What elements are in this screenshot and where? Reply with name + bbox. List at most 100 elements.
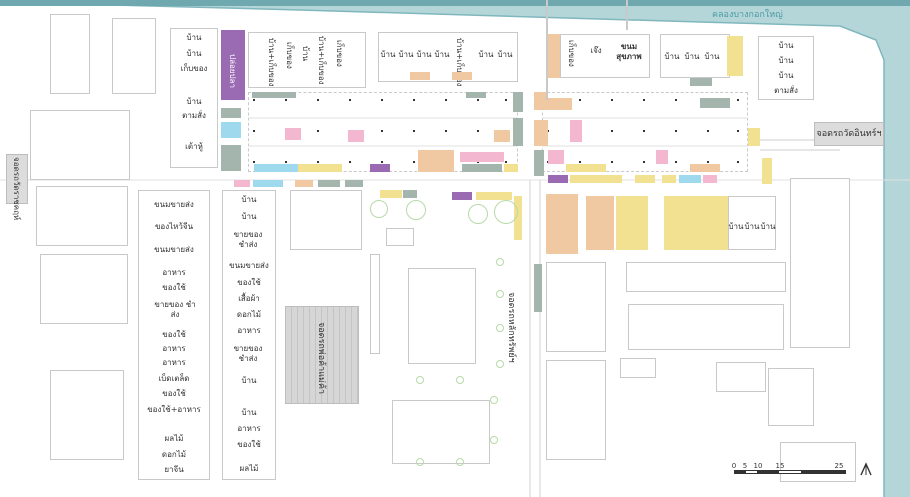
tree-icon <box>456 376 464 384</box>
building <box>626 262 786 292</box>
stall-yellow <box>476 192 512 200</box>
stall-cyan <box>254 164 298 172</box>
shop-label: ผลไม้ <box>239 464 259 473</box>
stall-yellow <box>748 128 760 146</box>
shop-label: เบ็ดเตล็ด <box>158 374 190 383</box>
stall-gray <box>252 92 296 98</box>
stall-gray <box>462 164 502 172</box>
stall-gray <box>318 180 340 187</box>
stall-orange <box>494 130 510 142</box>
stall-pink <box>656 150 668 164</box>
stall-gray <box>466 92 486 98</box>
building <box>40 254 128 324</box>
shop-label: บ้าน <box>241 195 257 204</box>
tree-icon <box>496 360 504 368</box>
stall-cyan <box>253 180 283 187</box>
building <box>628 304 784 350</box>
building <box>386 228 414 246</box>
stall-yellow <box>504 164 518 172</box>
scale-tick: 0 <box>731 462 737 470</box>
tree-icon <box>468 204 488 224</box>
stall-yellow <box>616 196 648 250</box>
building <box>790 178 850 348</box>
stall-gray <box>345 180 363 187</box>
shop-label: ดอกไม้ <box>161 450 187 459</box>
shop-label: ผลไม้ <box>164 434 184 443</box>
shop-label: อาหาร <box>162 358 186 367</box>
building <box>626 0 628 30</box>
shop-label: บ้าน <box>744 222 760 231</box>
shop-label: ดอกไม้ <box>236 310 262 319</box>
stall-yellow <box>570 175 622 183</box>
road-parking-label: จอดรถหลักทรัพย์ฯ <box>506 292 516 363</box>
building <box>290 190 362 250</box>
stall-yellow <box>380 190 402 198</box>
shop-label: บ้าน <box>760 222 776 231</box>
stall-gray <box>403 190 417 198</box>
tree-icon <box>490 436 498 444</box>
stall-yellow <box>298 164 342 172</box>
shop-label: ของใช้ <box>162 389 186 398</box>
scale-tick: 10 <box>753 462 763 470</box>
shop-label: ขนมขายส่ง <box>154 200 194 209</box>
stall-yellow <box>566 164 606 172</box>
parking-left-label: จอดรถวัดราชคฤห์ <box>12 157 21 221</box>
stall-pink <box>234 180 250 187</box>
building <box>768 368 814 426</box>
building <box>36 186 128 246</box>
tree-icon <box>416 458 424 466</box>
stall-pink <box>548 150 564 164</box>
building <box>50 370 124 460</box>
stall-pink <box>570 120 582 142</box>
shop-label: บ้าน <box>241 408 257 417</box>
shop-label: บ้าน <box>241 212 257 221</box>
shop-label: ขายของ ชำส่ง <box>233 230 263 249</box>
scale-tick: 15 <box>775 462 785 470</box>
tree-icon <box>496 324 504 332</box>
building <box>716 362 766 392</box>
stall-pink <box>285 128 301 140</box>
market-map: คลองบางกอกใหญ่ บ้าน บ้าน เก็บของ บ้าน ตา… <box>0 0 910 497</box>
tree-icon <box>496 258 504 266</box>
scale-tick: 25 <box>834 462 844 470</box>
stall-orange <box>418 150 454 172</box>
shop-label: ขนมขายส่ง <box>154 245 194 254</box>
shop-label: อาหาร <box>162 344 186 353</box>
stall-pink <box>460 152 504 162</box>
stall-gray <box>513 92 523 112</box>
parking-right-label: จอดรถวัดอินทร์ฯ <box>816 129 882 139</box>
shop-label: ขายของ ชำส่ง <box>233 344 263 363</box>
stall-orange <box>690 164 720 172</box>
stall-yellow <box>662 175 676 183</box>
shop-label: ยาจีน <box>164 465 184 474</box>
shop-label: ของใช้+อาหาร <box>147 405 201 414</box>
stall-orange <box>534 120 548 146</box>
building <box>112 18 156 94</box>
stall-yellow <box>762 158 772 184</box>
tree-icon <box>490 396 498 404</box>
shop-label: ของใช้ <box>162 283 186 292</box>
shop-label: ขนมขายส่ง <box>229 261 269 270</box>
stall-purple <box>548 175 568 183</box>
building <box>50 14 90 94</box>
scale-tick: 5 <box>742 462 748 470</box>
stall-gray <box>513 118 523 146</box>
shop-label: อาหาร <box>237 326 261 335</box>
stall-purple <box>452 192 472 200</box>
building <box>370 254 380 354</box>
building <box>546 0 548 100</box>
tree-icon <box>494 200 518 224</box>
building <box>30 110 130 180</box>
north-arrow-icon <box>860 462 872 476</box>
building <box>546 360 606 460</box>
stall-yellow <box>635 175 655 183</box>
building <box>392 400 490 464</box>
shop-label: บ้าน <box>241 376 257 385</box>
stall-gray <box>534 264 542 312</box>
vendor-parking-label: จอดรถพ่อค้าแม่ค้า <box>316 322 326 395</box>
tree-icon <box>456 458 464 466</box>
tree-icon <box>496 290 504 298</box>
stall-gray <box>700 98 730 108</box>
stall-purple <box>370 164 390 172</box>
shop-label: ขายของ ชำส่ง <box>154 300 196 319</box>
